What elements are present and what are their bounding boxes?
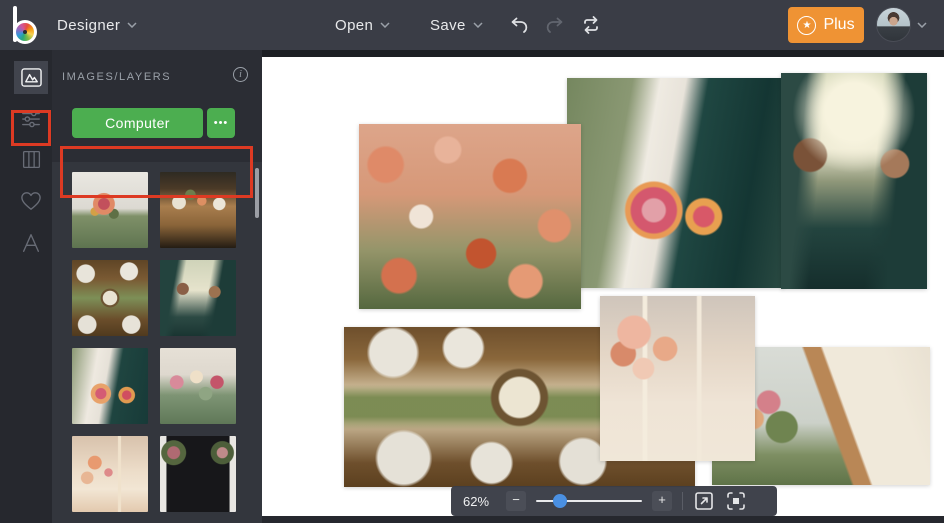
info-icon[interactable]: i [233,67,248,82]
thumb-bouquet-arch[interactable] [72,172,148,248]
open-menu-label: Open [335,16,374,34]
image-icon [20,68,42,87]
zoom-toolbar: 62% − + [451,486,777,516]
sidebar-item-images-layers[interactable] [14,61,48,94]
heart-icon [21,191,41,210]
save-menu[interactable]: Save [430,0,483,50]
ellipsis-icon: ••• [213,117,229,129]
computer-button-label: Computer [105,115,170,131]
computer-upload-button[interactable]: Computer [72,108,203,138]
fit-to-screen-icon[interactable] [725,490,747,512]
zoom-slider[interactable] [536,491,642,511]
plus-upgrade-button[interactable]: ★ Plus [788,7,864,43]
toolbar-divider [682,492,683,510]
open-menu[interactable]: Open [335,0,390,50]
redo-icon[interactable] [544,14,566,36]
design-canvas[interactable] [262,57,944,516]
sidebar-item-templates[interactable] [14,143,48,176]
thumb-wood-garlands[interactable] [160,172,236,248]
chevron-down-icon [127,22,137,28]
images-layers-panel: IMAGES/LAYERS i Computer ••• [52,50,262,523]
zoom-slider-thumb[interactable] [553,494,567,508]
account-chevron-down-icon[interactable] [917,22,927,28]
columns-icon [22,150,40,169]
reset-loop-icon[interactable] [580,14,602,36]
thumb-black-door[interactable] [160,436,236,512]
sidebar-item-favorites[interactable] [14,184,48,217]
zoom-level: 62% [463,493,490,509]
thumb-bridesmaids-pair[interactable] [160,260,236,336]
sliders-icon [22,110,40,127]
chevron-down-icon [380,22,390,28]
thumb-table-overhead[interactable] [72,260,148,336]
user-avatar[interactable] [876,7,911,42]
undo-icon[interactable] [508,14,530,36]
canvas-top-shadow [262,50,944,57]
thumb-candle-table[interactable] [72,436,148,512]
plus-button-label: Plus [823,16,855,33]
more-sources-button[interactable]: ••• [207,108,235,138]
photo-bride-bridesmaid[interactable] [567,78,784,288]
designer-menu-label: Designer [57,16,121,34]
panel-title: IMAGES/LAYERS [62,71,172,83]
panel-scrollbar[interactable] [255,168,259,218]
zoom-in-button[interactable]: + [652,491,672,511]
image-thumbnail-list [52,162,262,523]
text-a-icon [22,233,40,252]
thumb-floral-garland[interactable] [160,348,236,424]
photo-flower-field[interactable] [359,124,581,309]
save-menu-label: Save [430,16,466,34]
thumb-bride-bouquets[interactable] [72,348,148,424]
top-bar: Designer Open Save ★ Plus [0,0,944,50]
photo-bridesmaids-group[interactable] [781,73,927,289]
sidebar-item-edit[interactable] [14,102,48,135]
star-icon: ★ [797,15,817,35]
sidebar-item-text[interactable] [14,226,48,259]
resize-canvas-icon[interactable] [693,490,715,512]
tool-sidebar [0,50,52,523]
zoom-out-button[interactable]: − [506,491,526,511]
chevron-down-icon [473,22,483,28]
photo-candle-centerpiece[interactable] [600,296,755,461]
designer-menu[interactable]: Designer [57,0,137,50]
befunky-logo-icon[interactable] [13,6,45,44]
